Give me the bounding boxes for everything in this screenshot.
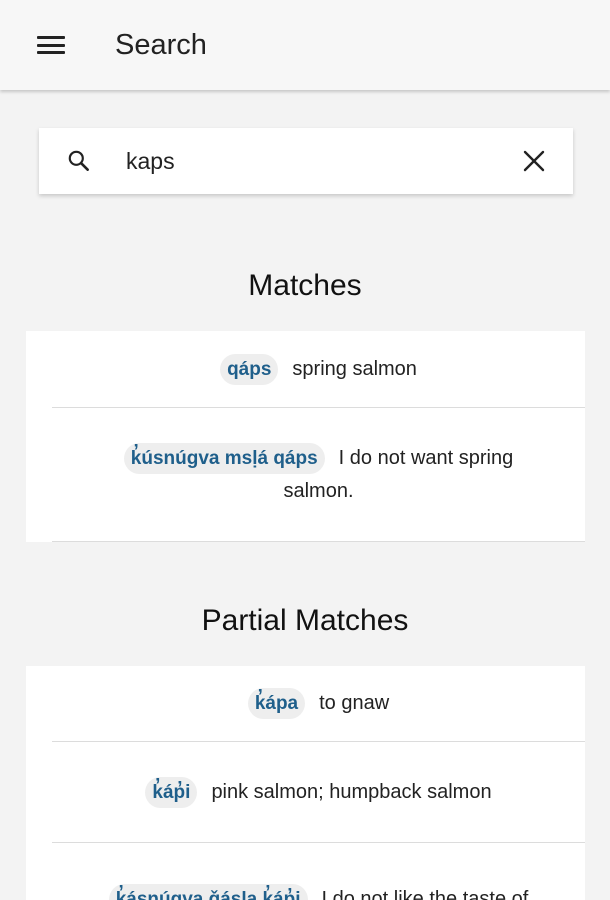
menu-line [37, 51, 65, 54]
hamburger-menu-icon[interactable] [37, 34, 67, 56]
gloss-text: I do not like the taste of [321, 888, 529, 900]
gloss-text: pink salmon; humpback salmon [211, 780, 492, 803]
partial-matches-heading: Partial Matches [201, 604, 409, 637]
gloss-text: spring salmon [292, 357, 417, 380]
page-title: Search [115, 28, 207, 61]
app-bar: Search [0, 0, 610, 90]
partial-matches-list: k̓ápa to gnaw k̓áp̓i pink salmon; humpback… [26, 666, 585, 900]
term-chip: k̓ásnúgva ǧásla k̓áp̓i [108, 884, 308, 900]
matches-heading: Matches [248, 269, 362, 302]
list-item[interactable]: k̓áp̓i pink salmon; humpback salmon [52, 742, 585, 843]
matches-list: qáps spring salmon k̓úsnúgva msḷá qáps I d… [26, 331, 585, 542]
term-chip: k̓úsnúgva msḷá qáps [123, 442, 325, 474]
menu-line [37, 43, 65, 47]
term-chip: k̓áp̓i [145, 776, 198, 808]
search-bar [39, 128, 573, 194]
list-item[interactable]: k̓ápa to gnaw [52, 666, 585, 742]
term-chip: qáps [220, 353, 279, 385]
list-item[interactable]: k̓ásnúgva ǧásla k̓áp̓i I do not like the … [52, 843, 585, 900]
search-input[interactable] [126, 141, 514, 181]
close-icon[interactable] [514, 141, 554, 181]
list-item[interactable]: k̓úsnúgva msḷá qáps I do not want spring … [52, 408, 585, 542]
term-chip: k̓ápa [247, 688, 306, 719]
list-item[interactable]: qáps spring salmon [52, 331, 585, 408]
gloss-text: to gnaw [319, 692, 390, 714]
menu-line [37, 36, 65, 39]
search-icon [64, 146, 94, 176]
